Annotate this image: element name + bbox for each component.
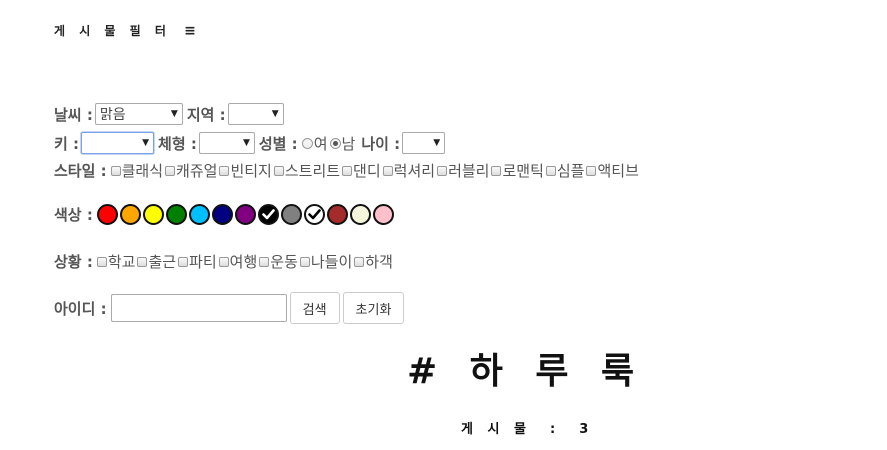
height-label: 키 : [54, 134, 80, 153]
style-option: 러블리 [448, 162, 490, 180]
user-id-label: 아이디 : [54, 299, 107, 318]
gender-label: 성별 : [258, 134, 298, 153]
menu-icon[interactable]: ≡ [184, 23, 196, 39]
style-option: 캐쥬얼 [176, 162, 218, 180]
user-id-input[interactable] [110, 294, 287, 322]
style-label: 스타일 : [54, 162, 107, 180]
style-option: 심플 [556, 162, 585, 180]
style-option: 럭셔리 [393, 162, 436, 180]
gender-option-female: 여 [313, 134, 328, 153]
color-swatch-11[interactable] [349, 204, 371, 225]
age-label: 나이 : [361, 134, 401, 153]
style-checkbox-street[interactable] [273, 165, 284, 176]
style-row: 스타일 : 클래식 캐쥬얼 빈티지 스트리트 댄디 럭셔리 러블리 로맨틱 심플… [54, 160, 639, 181]
style-option: 빈티지 [230, 162, 272, 180]
page-title: 게 시 물 필 터 [54, 24, 171, 38]
situation-checkbox-school[interactable] [96, 256, 107, 267]
style-option: 댄디 [353, 162, 381, 180]
situation-option: 출근 [148, 253, 177, 271]
color-swatch-2[interactable] [142, 204, 164, 225]
chevron-down-icon: ▼ [170, 109, 178, 119]
style-option: 스트리트 [284, 162, 341, 180]
style-option: 클래식 [121, 162, 164, 180]
reset-button[interactable]: 초기화 [342, 292, 405, 324]
chevron-down-icon: ▼ [433, 138, 441, 148]
weather-select[interactable]: 맑음 ▼ [94, 103, 183, 125]
style-checkbox-active[interactable] [586, 165, 597, 176]
gender-option-male: 남 [341, 134, 356, 153]
situation-checkbox-exercise[interactable] [259, 256, 270, 267]
check-icon [262, 209, 275, 220]
color-swatch-7[interactable] [257, 204, 279, 225]
check-icon [308, 209, 321, 220]
situation-option: 나들이 [310, 253, 353, 271]
situation-option: 여행 [229, 253, 258, 271]
brand-title: # 하 루 룩 [407, 351, 645, 392]
situation-label: 상황 : [54, 253, 93, 271]
page-header: 게 시 물 필 터 ≡ [54, 22, 196, 39]
height-select[interactable]: ▼ [81, 132, 155, 154]
situation-checkbox-work[interactable] [137, 256, 148, 267]
gender-radio-female[interactable] [301, 137, 313, 149]
age-select[interactable]: ▼ [402, 132, 446, 154]
color-swatch-3[interactable] [165, 204, 187, 225]
color-swatch-6[interactable] [234, 204, 256, 225]
color-swatch-4[interactable] [188, 204, 210, 225]
body-type-select[interactable]: ▼ [198, 132, 255, 154]
situation-checkbox-travel[interactable] [218, 256, 229, 267]
weather-select-value: 맑음 [99, 107, 126, 123]
color-swatch-list [96, 204, 396, 225]
chevron-down-icon: ▼ [271, 109, 279, 119]
style-checkbox-luxury[interactable] [382, 165, 393, 176]
situation-option: 파티 [189, 253, 217, 271]
color-swatch-1[interactable] [119, 204, 141, 225]
situation-option: 운동 [270, 253, 298, 271]
chevron-down-icon: ▼ [242, 138, 250, 148]
style-option: 로맨틱 [502, 162, 544, 180]
situation-option: 학교 [107, 253, 136, 271]
style-checkbox-classic[interactable] [110, 165, 121, 176]
color-swatch-5[interactable] [211, 204, 233, 225]
weather-region-row: 날씨 : 맑음 ▼ 지역 : ▼ [54, 103, 284, 125]
situation-row: 상황 : 학교 출근 파티 여행 운동 나들이 하객 [54, 251, 393, 272]
color-swatch-12[interactable] [372, 204, 394, 225]
situation-option: 하객 [365, 253, 393, 271]
chevron-down-icon: ▼ [142, 138, 150, 148]
style-checkbox-dandy[interactable] [342, 165, 353, 176]
style-checkbox-vintage[interactable] [219, 165, 230, 176]
situation-checkbox-party[interactable] [178, 256, 189, 267]
situation-checkbox-outing[interactable] [299, 256, 310, 267]
color-label: 색상 : [54, 206, 93, 224]
post-count: 게 시 물 : 3 [461, 422, 594, 437]
color-swatch-8[interactable] [280, 204, 302, 225]
style-checkbox-romantic[interactable] [491, 165, 502, 176]
style-option: 액티브 [597, 162, 639, 180]
color-swatch-0[interactable] [96, 204, 118, 225]
id-row: 아이디 : 검색 초기화 [54, 292, 405, 324]
color-row: 색상 : [54, 204, 396, 225]
style-checkbox-simple[interactable] [545, 165, 556, 176]
region-label: 지역 : [186, 105, 226, 124]
gender-radio-male[interactable] [329, 137, 341, 149]
style-checkbox-casual[interactable] [165, 165, 176, 176]
color-swatch-9[interactable] [303, 204, 325, 225]
region-select[interactable]: ▼ [227, 103, 284, 125]
style-checkbox-lovely[interactable] [437, 165, 448, 176]
weather-label: 날씨 : [54, 105, 93, 124]
body-type-label: 체형 : [158, 134, 197, 153]
color-swatch-10[interactable] [326, 204, 348, 225]
body-row: 키 : ▼ 체형 : ▼ 성별 : 여 남 나이 : ▼ [54, 132, 446, 154]
search-button[interactable]: 검색 [289, 292, 340, 324]
situation-checkbox-wedding-guest[interactable] [354, 256, 365, 267]
